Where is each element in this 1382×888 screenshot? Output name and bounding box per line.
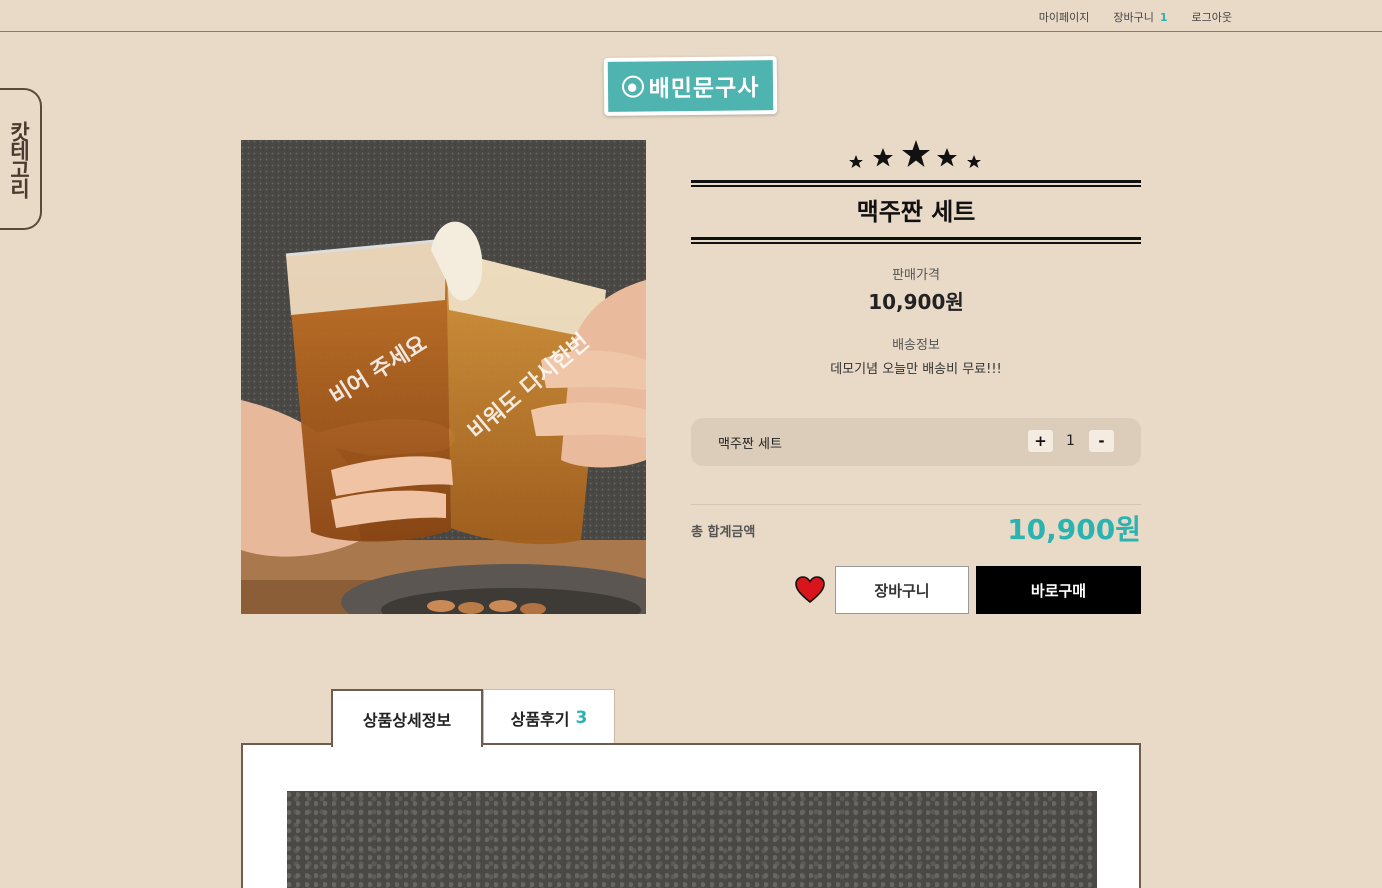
top-nav: 마이페이지 장바구니 1 로그아웃 [1039,9,1232,25]
mypage-link[interactable]: 마이페이지 [1039,9,1090,25]
cart-link-label: 장바구니 [1113,11,1154,24]
tab-product-detail-label: 상품상세정보 [362,711,452,730]
detail-panel [241,743,1141,888]
logo-text: 배민문구사 [648,75,760,103]
shipping-info: 데모기념 오늘만 배송비 무료!!! [830,362,1002,377]
logo-badge: ● 배민문구사 [607,60,774,112]
shipping-label: 배송정보 [892,338,940,353]
total-label: 총 합계금액 [691,525,756,540]
product-image: 비어 주세요 비워도 다시한번 [241,140,646,614]
quantity-increase-button[interactable]: + [1028,430,1053,452]
option-name: 맥주짠 세트 [718,437,782,452]
tab-product-review[interactable]: 상품후기 3 [483,689,615,745]
category-label: 캇테고리 [7,121,31,197]
quantity-value: 1 [1066,433,1075,449]
review-count-badge: 3 [575,707,588,728]
title-bottom-rule [691,237,1141,244]
cart-count-badge: 1 [1159,11,1168,24]
site-logo[interactable]: ● 배민문구사 [603,56,778,116]
product-title: 맥주짠 세트 [856,198,976,226]
tab-product-review-label: 상품후기 [510,709,570,729]
wishlist-heart-icon[interactable] [795,576,825,604]
price-label: 판매가격 [892,268,940,283]
tab-product-detail[interactable]: 상품상세정보 [331,689,483,747]
selected-option: 맥주짠 세트 + 1 - [691,418,1141,466]
title-top-rule [691,180,1141,187]
category-side-tab[interactable]: 캇테고리 [0,88,42,230]
total-divider [691,504,1141,505]
product-photo-illustration: 비어 주세요 비워도 다시한번 [241,140,646,614]
total-price: 10,900원 [1007,513,1141,546]
logo-mark-icon: ● [621,75,644,98]
detail-image [287,791,1097,888]
logout-link[interactable]: 로그아웃 [1192,9,1232,25]
add-to-cart-button[interactable]: 장바구니 [835,566,969,614]
product-price: 10,900원 [868,290,964,314]
decorative-stars-icon [849,140,981,168]
top-bar: 마이페이지 장바구니 1 로그아웃 [0,0,1382,32]
buy-now-button[interactable]: 바로구매 [976,566,1141,614]
quantity-decrease-button[interactable]: - [1089,430,1114,452]
cart-link[interactable]: 장바구니 1 [1113,9,1167,25]
